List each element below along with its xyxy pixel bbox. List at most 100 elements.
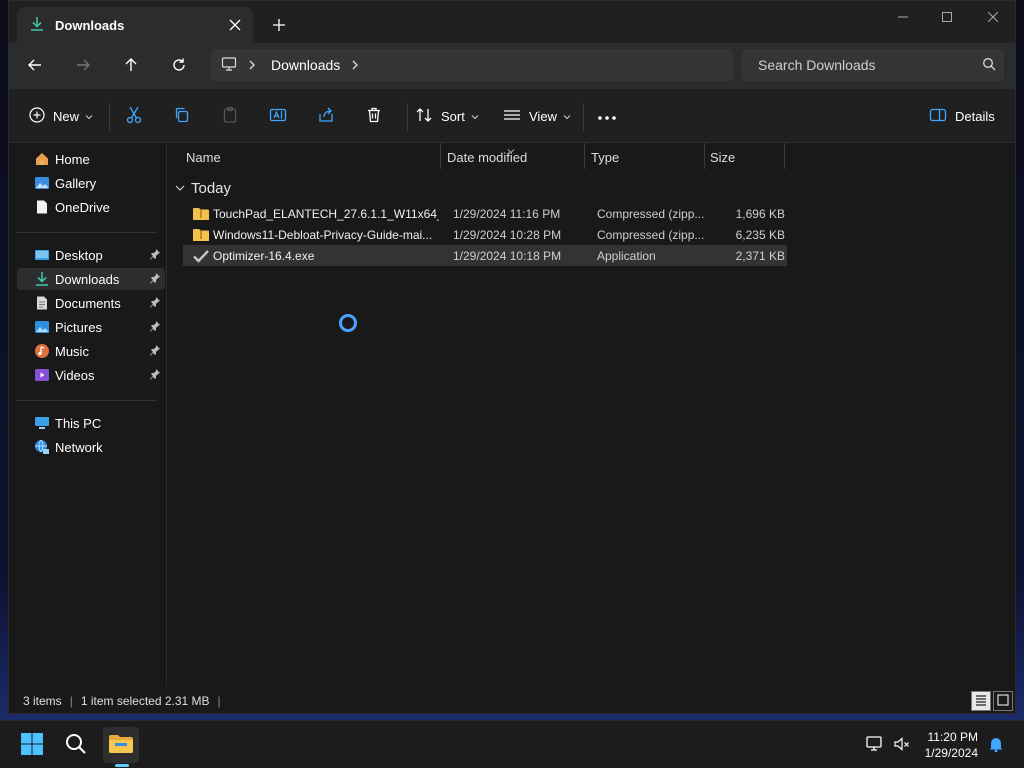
search-box[interactable] — [742, 49, 1004, 81]
close-tab-icon[interactable] — [225, 15, 245, 35]
search-input[interactable] — [756, 56, 970, 74]
sidebar-item-documents[interactable]: Documents — [17, 292, 165, 314]
start-button[interactable] — [14, 727, 50, 763]
network-tray-button[interactable] — [860, 727, 890, 763]
sidebar-item-gallery[interactable]: Gallery — [17, 172, 165, 194]
sidebar-item-pictures[interactable]: Pictures — [17, 316, 165, 338]
file-type: Compressed (zipp... — [597, 206, 705, 221]
view-button[interactable]: View — [503, 102, 571, 130]
breadcrumb-downloads[interactable]: Downloads — [271, 57, 340, 73]
close-window-button[interactable] — [971, 5, 1015, 29]
tiles-view-button[interactable] — [993, 691, 1013, 711]
pin-icon[interactable] — [149, 296, 161, 311]
minimize-button[interactable] — [881, 5, 925, 29]
navigation-pane: Home Gallery OneDrive Desktop Downloads … — [9, 143, 167, 687]
pin-icon[interactable] — [149, 248, 161, 263]
title-bar: Downloads — [9, 1, 1015, 43]
group-header-today[interactable]: Today — [175, 177, 231, 199]
table-row[interactable]: TouchPad_ELANTECH_27.6.1.1_W11x64_... 1/… — [183, 203, 787, 224]
arrow-left-icon — [27, 57, 43, 76]
network-icon — [34, 439, 50, 455]
rename-button[interactable] — [269, 102, 287, 130]
refresh-icon — [171, 57, 187, 76]
column-divider[interactable] — [584, 143, 585, 169]
pin-icon[interactable] — [149, 320, 161, 335]
chevron-down-icon — [175, 181, 185, 196]
sidebar-item-downloads[interactable]: Downloads — [17, 268, 165, 290]
sidebar-item-network[interactable]: Network — [17, 436, 165, 458]
onedrive-icon — [34, 199, 50, 215]
column-divider[interactable] — [440, 143, 441, 169]
file-explorer-taskbar-button[interactable] — [103, 727, 139, 763]
status-separator: | — [69, 694, 73, 708]
download-icon — [29, 16, 45, 35]
search-icon[interactable] — [982, 57, 996, 74]
up-button[interactable] — [115, 52, 147, 80]
details-button[interactable]: Details — [929, 102, 995, 130]
videos-icon — [34, 367, 50, 383]
sidebar-item-videos[interactable]: Videos — [17, 364, 165, 386]
network-icon — [866, 735, 884, 756]
scissors-icon — [125, 106, 143, 127]
address-bar[interactable]: Downloads — [211, 49, 733, 81]
sidebar-item-label: Gallery — [55, 175, 97, 191]
search-icon — [65, 733, 87, 758]
home-icon — [34, 151, 50, 167]
download-icon — [34, 271, 50, 287]
details-view-icon — [975, 694, 987, 709]
cut-button[interactable] — [125, 102, 143, 130]
chevron-right-icon[interactable] — [247, 58, 257, 73]
file-list-pane: Name Date modified Type Size Today Touch… — [167, 143, 1015, 687]
column-size-label: Size — [710, 149, 736, 165]
sidebar-item-label: Videos — [55, 367, 95, 383]
more-options-button[interactable] — [597, 102, 617, 130]
tab-downloads[interactable]: Downloads — [17, 7, 253, 43]
delete-button[interactable] — [365, 102, 383, 130]
column-header-date-modified[interactable]: Date modified — [447, 143, 583, 171]
arrow-right-icon — [75, 57, 91, 76]
column-header-type[interactable]: Type — [591, 143, 703, 171]
search-button[interactable] — [58, 727, 94, 763]
windows-logo-icon — [20, 732, 44, 759]
forward-button[interactable] — [67, 52, 99, 80]
column-divider[interactable] — [784, 143, 785, 169]
sidebar-item-home[interactable]: Home — [17, 148, 165, 170]
sidebar-item-music[interactable]: Music — [17, 340, 165, 362]
clock-date: 1/29/2024 — [924, 746, 978, 760]
item-count: 3 items — [23, 694, 62, 708]
back-button[interactable] — [19, 52, 51, 80]
refresh-button[interactable] — [163, 52, 195, 80]
chevron-right-icon[interactable] — [350, 58, 360, 73]
busy-cursor-icon — [339, 314, 357, 332]
column-date-label: Date modified — [447, 149, 528, 165]
file-name: TouchPad_ELANTECH_27.6.1.1_W11x64_... — [213, 206, 439, 221]
pin-icon[interactable] — [149, 344, 161, 359]
system-clock[interactable]: 11:20 PM 1/29/2024 — [912, 729, 978, 761]
share-button[interactable] — [317, 102, 335, 130]
pin-icon[interactable] — [149, 368, 161, 383]
details-label: Details — [955, 108, 995, 124]
column-header-size[interactable]: Size — [710, 143, 782, 171]
new-button[interactable]: New — [29, 102, 93, 130]
plus-icon[interactable] — [267, 13, 291, 37]
column-header-name[interactable]: Name — [186, 143, 438, 171]
paste-button[interactable] — [221, 102, 239, 130]
notification-button[interactable] — [982, 727, 1010, 763]
maximize-button[interactable] — [925, 5, 969, 29]
status-separator: | — [217, 694, 221, 708]
table-row-selected[interactable]: Optimizer-16.4.exe 1/29/2024 10:18 PM Ap… — [183, 245, 787, 266]
sidebar-item-onedrive[interactable]: OneDrive — [17, 196, 165, 218]
table-row[interactable]: Windows11-Debloat-Privacy-Guide-mai... 1… — [183, 224, 787, 245]
documents-icon — [34, 295, 50, 311]
sidebar-item-desktop[interactable]: Desktop — [17, 244, 165, 266]
divider — [17, 232, 157, 233]
details-view-button[interactable] — [971, 691, 991, 711]
pin-icon[interactable] — [149, 272, 161, 287]
sort-caret-icon — [507, 142, 515, 157]
divider — [407, 103, 408, 131]
file-date: 1/29/2024 11:16 PM — [453, 206, 561, 221]
copy-button[interactable] — [173, 102, 191, 130]
sidebar-item-this-pc[interactable]: This PC — [17, 412, 165, 434]
column-divider[interactable] — [704, 143, 705, 169]
sort-button[interactable]: Sort — [415, 102, 479, 130]
